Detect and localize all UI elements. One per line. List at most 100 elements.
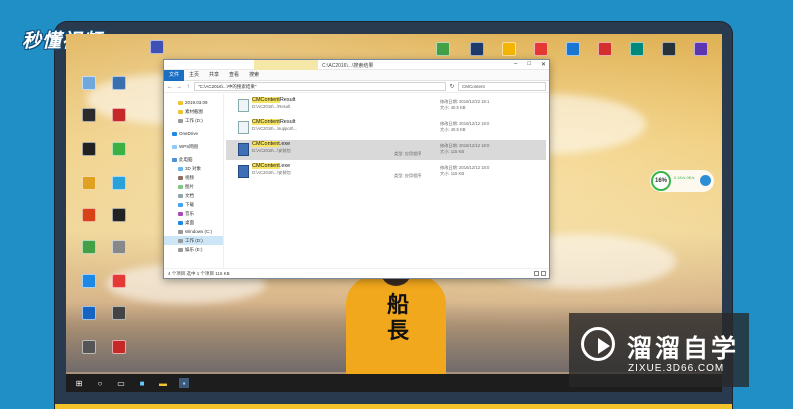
folder-icon [178,166,183,171]
yellow-strip [55,404,732,409]
close-icon[interactable]: ✕ [541,61,546,68]
nav-item[interactable]: 桌面 [164,218,223,227]
nav-item[interactable]: 文档 [164,191,223,200]
drive-icon [178,118,183,123]
address-input[interactable]: "C:\AC2016\...\中的搜索结果" [194,82,446,91]
desktop-icon[interactable] [556,42,590,58]
file-type: 类型: 应用程序 [394,151,422,156]
nav-item[interactable]: 图片 [164,182,223,191]
desktop-icon[interactable] [102,274,136,290]
status-text: 4 个项目 选中 1 个项目 115 KB [168,271,230,276]
desktop-icon[interactable] [72,208,106,224]
nav-item[interactable]: 2019.03.09 [164,98,223,107]
desktop-icon[interactable] [72,176,106,192]
watermark-badge: 溜溜自学 ZIXUE.3D66.COM [569,313,749,387]
nav-item[interactable]: 音乐 [164,209,223,218]
desktop-icon[interactable] [102,76,136,92]
tab-file[interactable]: 文件 [164,69,185,81]
desktop-icon[interactable] [588,42,622,58]
desktop-icon[interactable] [72,306,106,322]
up-icon[interactable]: ↑ [185,84,191,90]
minimize-icon[interactable]: – [514,61,517,68]
exe-icon [238,165,249,178]
file-explorer-window[interactable]: C:\AC2016\...\搜索结果 – □ ✕ 文件 主页 共享 查看 搜索 … [163,59,550,279]
forward-icon[interactable]: → [176,84,182,90]
file-path: D:\AC2016\...\support\... [252,126,297,131]
status-bar: 4 个项目 选中 1 个项目 115 KB [164,268,549,278]
file-row[interactable]: CMContentResult D:\AC2016\...\Result 修改日… [226,96,546,116]
nav-item[interactable]: 娱乐 (E:) [164,245,223,254]
desktop-icon[interactable] [72,76,106,92]
desktop-icon[interactable] [524,42,558,58]
search-input[interactable]: CMContent [458,82,546,91]
file-meta: 修改日期: 2016/12/12 18:0 大小: 115 KB [440,143,490,154]
nav-item[interactable]: 3D 对象 [164,164,223,173]
rocket-icon [700,175,711,186]
refresh-icon[interactable]: ↻ [449,83,455,90]
desktop-icon[interactable] [460,42,494,58]
nav-item[interactable]: 工作 (D:) [164,116,223,125]
folder-icon [178,193,183,198]
back-icon[interactable]: ← [167,84,173,90]
tab-search[interactable]: 搜索 [244,70,264,81]
nav-item[interactable]: 下载 [164,200,223,209]
file-row[interactable]: CMContentResult D:\AC2016\...\support\..… [226,118,546,138]
start-icon[interactable]: ⊞ [74,378,84,388]
drive-icon [178,229,183,234]
desktop-icon[interactable] [652,42,686,58]
explorer-icon[interactable]: ▬ [158,378,168,388]
app-icon[interactable]: ■ [137,378,147,388]
folder-icon [178,211,183,216]
tab-home[interactable]: 主页 [184,70,204,81]
desktop-icon[interactable] [620,42,654,58]
desktop-icon[interactable] [492,42,526,58]
desktop-icon[interactable] [102,340,136,356]
exe-icon [238,143,249,156]
desktop-icon[interactable] [102,142,136,158]
app-icon[interactable]: ▪ [179,378,189,388]
drive-icon [178,238,183,243]
details-view-icon[interactable] [534,271,539,276]
pc-icon [172,157,177,162]
desktop-icon[interactable] [72,108,106,124]
desktop-icon[interactable] [72,240,106,256]
nav-item[interactable]: 此电脑 [164,155,223,164]
search-icon[interactable]: ○ [95,378,105,388]
titlebar[interactable]: C:\AC2016\...\搜索结果 – □ ✕ [164,60,549,70]
tab-share[interactable]: 共享 [204,70,224,81]
nav-item-selected[interactable]: 工作 (D:) [164,236,223,245]
desktop-icon[interactable] [72,142,106,158]
speed-percent: 16% [651,171,671,191]
desktop-icon[interactable] [72,274,106,290]
nav-item[interactable]: 素材截图 [164,107,223,116]
desktop-icon[interactable] [72,340,106,356]
nav-item[interactable]: 视频 [164,173,223,182]
network-speed-widget[interactable]: 16% 0.1K/s 0K/s [650,170,714,192]
desktop-icon[interactable] [102,240,136,256]
desktop-icon[interactable] [102,176,136,192]
tiles-view-icon[interactable] [541,271,546,276]
folder-icon [178,100,183,105]
desktop-icon[interactable] [102,306,136,322]
file-icon [238,99,249,112]
desktop-icon[interactable] [426,42,460,58]
tab-view[interactable]: 查看 [224,70,244,81]
file-row-selected[interactable]: CMContent.exe D:\AC2016\...\安装包 类型: 应用程序… [226,140,546,160]
desktop-icon[interactable] [684,42,718,58]
desktop-icon[interactable] [140,40,174,56]
file-row[interactable]: CMContent.exe D:\AC2016\...\安装包 类型: 应用程序… [226,162,546,182]
nav-item[interactable]: WPS网盘 [164,142,223,151]
nav-item[interactable]: Windows (C:) [164,227,223,236]
maximize-icon[interactable]: □ [527,61,531,68]
file-path: D:\AC2016\...\Result [252,104,291,109]
taskview-icon[interactable]: ▭ [116,378,126,388]
file-meta: 修改日期: 2016/12/12 18:0 大小: 115 KB [440,165,490,176]
nav-item[interactable]: OneDrive [164,129,223,138]
desktop-icon[interactable] [102,208,136,224]
folder-icon [178,175,183,180]
cloud-icon [172,144,177,149]
navigation-pane: 2019.03.09 素材截图 工作 (D:) OneDrive WPS网盘 此… [164,94,224,268]
file-type: 类型: 应用程序 [394,173,422,178]
file-path: D:\AC2016\...\安装包 [252,170,291,175]
desktop-icon[interactable] [102,108,136,124]
